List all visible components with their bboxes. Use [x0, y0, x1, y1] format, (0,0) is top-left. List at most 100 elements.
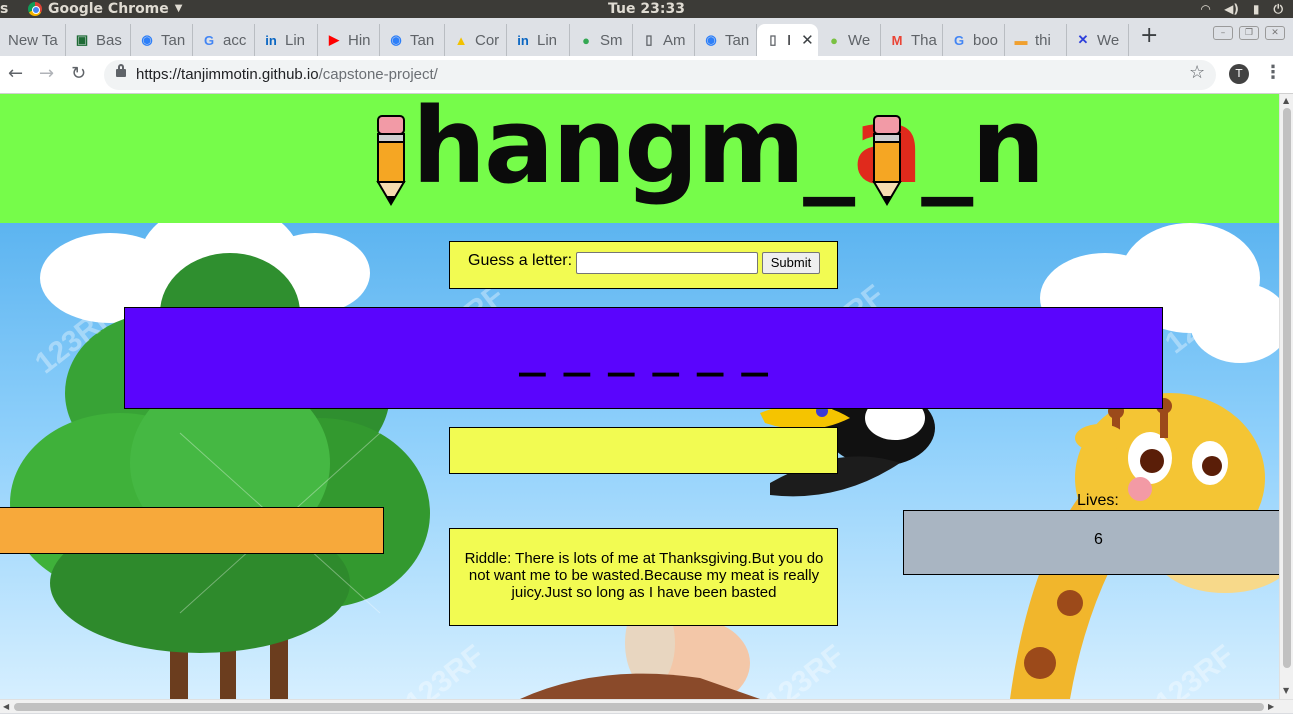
forward-arrow-icon[interactable]: →: [39, 63, 54, 85]
vertical-scroll-thumb[interactable]: [1283, 108, 1291, 668]
tab-strip: New Ta ▣ Bas ◉ Tan Gacc in Lin ▶ Hin ◉ Tan ▲ Cor in Lin…: [0, 18, 1293, 56]
pencil-icon: [376, 115, 406, 206]
scroll-right-icon[interactable]: ▶: [1268, 702, 1274, 711]
logo-text: hangm_a_n: [412, 94, 1045, 207]
volume-icon[interactable]: ◀): [1224, 0, 1239, 18]
tab-label: Cor: [475, 31, 500, 49]
browser-tab[interactable]: ▶ Hin: [318, 24, 380, 56]
battery-icon[interactable]: ▮: [1253, 0, 1260, 18]
new-tab-plus-icon[interactable]: +: [1140, 24, 1158, 48]
tab-label: acc: [223, 31, 247, 49]
restore-icon[interactable]: ❐: [1239, 26, 1259, 40]
clock[interactable]: Tue 23:33: [0, 0, 1293, 18]
guess-form: Guess a letter: Submit: [449, 241, 838, 289]
logo-part1: hangm: [412, 94, 805, 207]
chat-icon: ◉: [141, 32, 153, 47]
scroll-down-icon[interactable]: ▼: [1283, 686, 1289, 695]
submit-button[interactable]: Submit: [762, 252, 820, 274]
browser-tab[interactable]: in Lin: [255, 24, 318, 56]
linkedin-icon: in: [265, 32, 277, 48]
cross-logo-icon: ✕: [1077, 32, 1089, 47]
wifi-icon[interactable]: ◠: [1201, 0, 1210, 18]
reload-icon[interactable]: ↻: [71, 63, 86, 85]
word-display-panel: — — — — — —: [124, 307, 1163, 409]
gmail-icon: M: [891, 32, 903, 48]
scroll-left-icon[interactable]: ◀: [3, 702, 9, 711]
tab-label: Tan: [725, 31, 750, 49]
tab-label: New Ta: [8, 31, 58, 49]
tab-label: Lin: [285, 31, 306, 49]
browser-tab[interactable]: New Ta: [0, 24, 66, 56]
browser-tab[interactable]: ▲ Cor: [445, 24, 507, 56]
vertical-scrollbar[interactable]: ▲ ▼: [1279, 94, 1293, 699]
guess-input[interactable]: [576, 252, 758, 274]
browser-tab[interactable]: ● We: [818, 24, 881, 56]
lives-label: Lives:: [1077, 492, 1119, 509]
profile-avatar[interactable]: T: [1229, 64, 1249, 84]
terminal-icon: ▣: [75, 32, 89, 47]
browser-tab[interactable]: ● Sm: [570, 24, 633, 56]
tab-label: We: [1097, 31, 1120, 49]
browser-tab[interactable]: in Lin: [507, 24, 570, 56]
close-window-icon[interactable]: ✕: [1265, 26, 1285, 40]
close-icon[interactable]: ✕: [801, 31, 814, 49]
browser-tab[interactable]: M Tha: [881, 24, 943, 56]
tab-label: I: [787, 31, 792, 49]
tab-label: boo: [973, 31, 999, 49]
tab-label: Bas: [96, 31, 122, 49]
download-bar: [0, 713, 1293, 727]
google-icon: G: [953, 32, 965, 48]
browser-tab[interactable]: ◉ Tan: [380, 24, 445, 56]
message-panel: [449, 427, 838, 474]
horizontal-scroll-thumb[interactable]: [14, 703, 1264, 711]
pencil-icon: [872, 115, 902, 206]
hangman-logo: hangm_a_n: [372, 94, 1045, 216]
minimize-icon[interactable]: –: [1213, 26, 1233, 40]
guess-label: Guess a letter:: [468, 252, 573, 269]
window-controls: – ❐ ✕: [1213, 26, 1285, 40]
menu-kebab-icon[interactable]: ⋮: [1264, 62, 1282, 83]
bookmark-star-icon[interactable]: ☆: [1189, 62, 1205, 83]
lock-icon[interactable]: [116, 64, 126, 77]
chat-icon: ◉: [705, 32, 717, 47]
browser-tab[interactable]: ▣ Bas: [66, 24, 131, 56]
tab-label: Sm: [600, 31, 623, 49]
youtube-icon: ▶: [329, 32, 339, 47]
tab-label: thi: [1035, 31, 1051, 49]
document-icon: ▯: [645, 32, 653, 47]
back-arrow-icon[interactable]: ←: [8, 63, 23, 85]
lives-value: 6: [1094, 531, 1103, 548]
tab-label: Am: [663, 31, 686, 49]
game-header: hangm_a_n: [0, 94, 1279, 223]
browser-tab[interactable]: ▯ Am: [633, 24, 695, 56]
power-icon[interactable]: ⏻: [1274, 0, 1284, 18]
browser-tab[interactable]: ✕ We: [1067, 24, 1129, 56]
browser-tab[interactable]: ▬ thi: [1005, 24, 1067, 56]
image-icon: ▬: [1014, 32, 1028, 48]
document-icon: ▯: [769, 32, 777, 47]
logo-underscore: _: [921, 94, 973, 207]
chat-icon: ◉: [390, 32, 402, 47]
riddle-panel: Riddle: There is lots of me at Thanksgiv…: [449, 528, 838, 626]
os-top-bar: s Google Chrome ▼ Tue 23:33 ◠ ◀) ▮ ⏻: [0, 0, 1293, 18]
tab-label: Lin: [537, 31, 558, 49]
system-tray[interactable]: ◠ ◀) ▮ ⏻: [1201, 0, 1283, 18]
browser-tab[interactable]: ◉ Tan: [695, 24, 757, 56]
url-host: https://tanjimmotin.github.io: [136, 66, 319, 83]
tab-label: Hin: [348, 31, 371, 49]
google-icon: G: [203, 32, 215, 48]
tab-label: Tha: [911, 31, 937, 49]
browser-tab[interactable]: Gboo: [943, 24, 1005, 56]
riddle-text: Riddle: There is lots of me at Thanksgiv…: [464, 550, 824, 601]
horizontal-scrollbar[interactable]: ◀ ▶: [0, 699, 1293, 713]
lives-panel: 6: [903, 510, 1279, 575]
browser-tab[interactable]: ▯ I ✕: [757, 24, 818, 56]
browser-tab[interactable]: ◉ Tan: [131, 24, 193, 56]
page-content: 123RF 123RF 123RF 123RF 123RF 123RF 123R…: [0, 94, 1279, 699]
scroll-up-icon[interactable]: ▲: [1283, 96, 1289, 105]
url-path: /capstone-project/: [318, 66, 438, 83]
browser-tab[interactable]: Gacc: [193, 24, 255, 56]
graduation-cap-icon: ▲: [454, 32, 468, 48]
tab-label: Tan: [410, 31, 435, 49]
address-bar[interactable]: https://tanjimmotin.github.io/capstone-p…: [104, 60, 1216, 90]
